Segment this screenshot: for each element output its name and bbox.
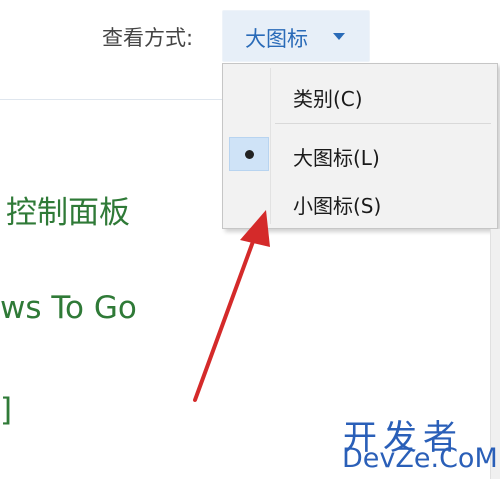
red-arrow-annotation xyxy=(193,210,270,402)
watermark-english: DevZe.CoM xyxy=(342,443,498,474)
